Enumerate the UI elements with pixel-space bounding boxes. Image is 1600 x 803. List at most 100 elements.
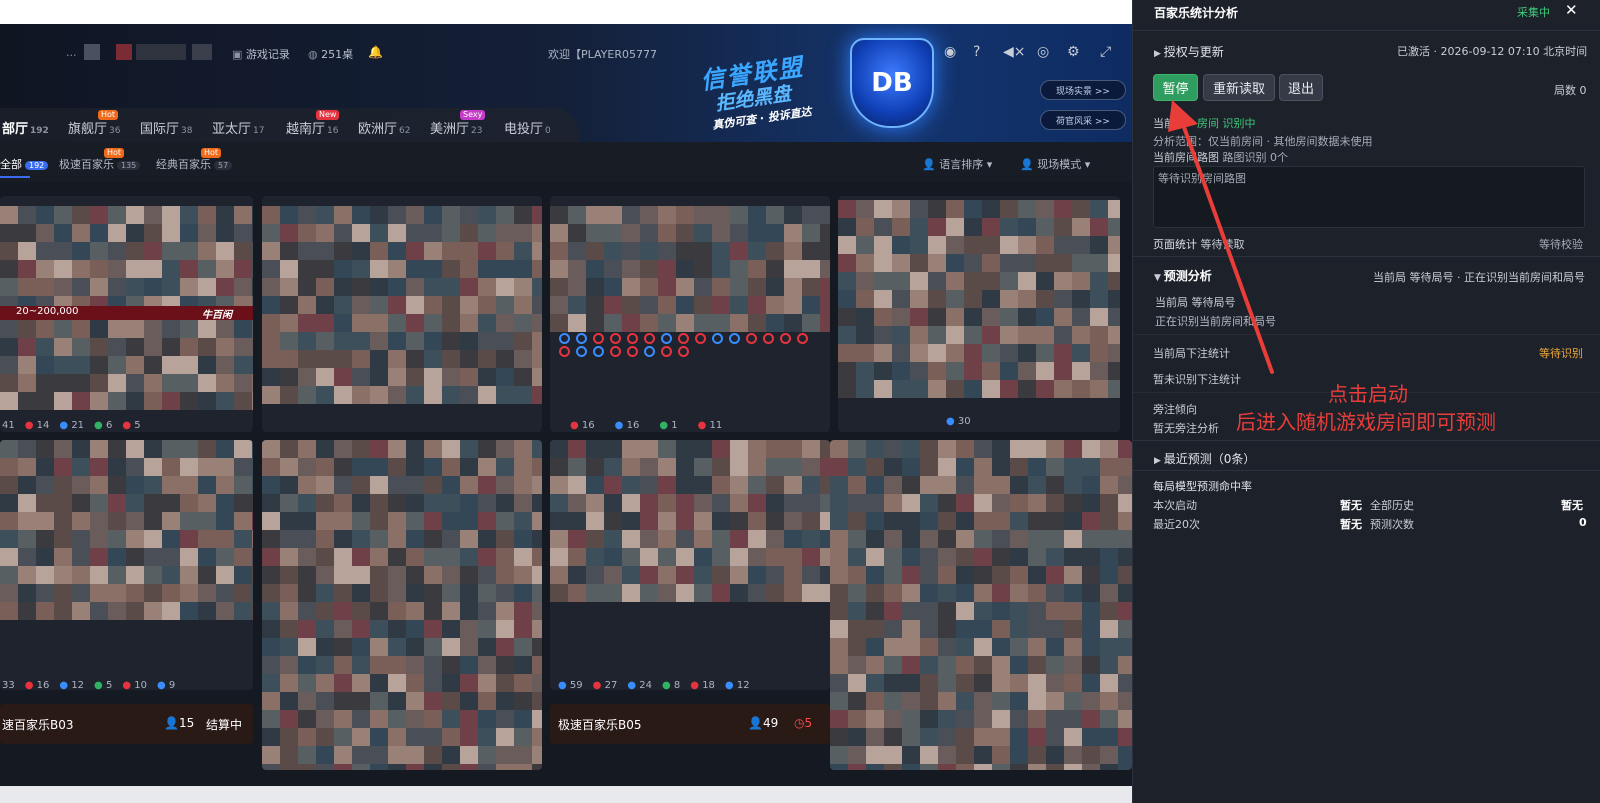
sub-classic-badge: Hot [201,148,222,158]
auth-section[interactable]: ▶ 授权与更新 [1154,43,1224,60]
blurred-balance [136,44,186,60]
hall-tab-3[interactable]: 亚太厅 17 [212,118,264,137]
divider [1133,30,1600,31]
recent-label: 最近预测（0条） [1163,452,1256,466]
hall-tab-4[interactable]: 越南厅 16 [286,118,338,137]
hall-tab-5[interactable]: 欧洲厅 62 [358,118,410,137]
panel-title: 百家乐统计分析 [1154,6,1239,20]
bead-dot [661,333,672,344]
hall-tab-count: 36 [109,126,121,136]
game-card-4[interactable]: ● 30 [838,196,1120,432]
this-start-label: 本次启动 [1153,499,1197,512]
reload-button[interactable]: 重新读取 [1203,74,1275,101]
bead-dot [627,346,638,357]
sub-fast[interactable]: 极速百家乐 135 [59,156,141,172]
hall-tab-7[interactable]: 电投厅 0 [504,118,551,137]
username-suffix: ... [66,46,77,59]
hall-tab-label: 越南厅 [286,122,326,137]
current-room-state: 当前 房间 识别中 [1153,117,1256,130]
table-caption-b05[interactable]: 极速百家乐B05 👤49 ◷5 [550,704,830,744]
all-history-label: 全部历史 [1370,499,1414,512]
predict-section[interactable]: ▼ 预测分析 [1154,267,1212,284]
record-icon: ▣ [232,48,246,61]
divider [1133,256,1600,257]
hall-tab-count: 0 [545,126,551,136]
divider [1133,334,1600,335]
predict-count-value: 0 [1579,516,1587,529]
card-stats: ● 59 ● 27 ● 24 ● 8 ● 18 ● 12 [558,680,750,690]
game-card-8[interactable] [830,440,1132,770]
sub-all-underline [0,176,30,178]
live-mode[interactable]: 👤 现场模式 ▾ [1020,156,1090,172]
pause-button[interactable]: 暂停 [1153,74,1198,101]
table-icon: ◍ [308,48,322,61]
blurred-video [0,440,253,620]
table-name: 极速百家乐B05 [558,718,642,732]
hall-tab-count: 23 [471,126,483,136]
language-sort-label: 语言排序 [939,158,984,171]
mute-icon[interactable]: ◀× [1003,44,1026,60]
bead-dot [797,333,808,344]
verify-status: 等待校验 [1539,238,1583,251]
hall-tab-2[interactable]: 国际厅 38 [140,118,192,137]
auth-label: 授权与更新 [1163,45,1224,59]
bead-dot [661,346,672,357]
predict-count-label: 预测次数 [1370,518,1414,531]
bead-dot [559,333,570,344]
exit-button[interactable]: 退出 [1279,74,1323,101]
collect-status: 采集中 [1517,6,1550,19]
bead-dot [763,333,774,344]
tables-count[interactable]: ◍ 251桌 [308,46,353,62]
close-icon[interactable]: ✕ [1565,1,1578,19]
game-record-link[interactable]: ▣ 游戏记录 [232,46,290,62]
table-caption-b03[interactable]: 速百家乐B03 👤15 结算中 [0,704,253,744]
countdown-timer: ◷5 [794,716,813,730]
blurred-video [550,206,830,332]
table-name: 速百家乐B03 [2,718,74,732]
bell-icon[interactable]: 🔔 [368,45,383,59]
hit-rate-title: 每局模型预测命中率 [1153,480,1252,493]
recent-section[interactable]: ▶ 最近预测（0条） [1154,450,1255,467]
fullscreen-icon[interactable]: ⤢ [1100,44,1111,60]
dealer-button[interactable]: 荷官风采 >> [1040,110,1126,130]
sub-classic[interactable]: 经典百家乐 57 [156,156,233,172]
search-icon[interactable]: ◉ [944,44,956,60]
blurred-video [550,440,830,602]
game-card-3[interactable]: ● 16 ● 16 ● 1 ● 11 [550,196,830,432]
game-card-2[interactable] [262,196,542,432]
live-scene-button[interactable]: 现场实景 >> [1040,80,1126,100]
language-sort[interactable]: 👤 语言排序 ▾ [922,156,992,172]
bead-dot [593,333,604,344]
game-card-1[interactable]: 20~200,000 牛百闲 41 ● 14 ● 21 ● 6 ● 5 [0,196,253,432]
side-trend-title: 旁注倾向 [1153,403,1197,416]
gear-icon[interactable]: ⚙ [1067,44,1080,60]
db-logo: DB [850,38,934,128]
hall-tab-0[interactable]: 部厅 192 [2,118,49,137]
card-stats: 33 ● 16 ● 12 ● 5 ● 10 ● 9 [2,680,176,690]
bead-dot [610,333,621,344]
game-card-5[interactable]: 33 ● 16 ● 12 ● 5 ● 10 ● 9 [0,440,253,690]
game-app: ... ▣ 游戏记录 ◍ 251桌 🔔 欢迎【PLAYER05777 信誉联盟 … [0,0,1132,803]
rss-icon[interactable]: ◎ [1037,44,1049,60]
live-mode-label: 现场模式 [1037,158,1082,171]
caret-down-icon: ▼ [1154,273,1164,283]
caret-right-icon: ▶ [1154,49,1164,59]
browser-top-strip [0,0,1132,24]
settling-status: 结算中 [206,718,243,732]
bet-wait: 等待识别 [1539,347,1583,360]
hall-tab-6[interactable]: 美洲厅 23 [430,118,482,137]
this-start-value: 暂无 [1340,499,1362,512]
game-card-6[interactable] [262,440,542,770]
hall-tab-1[interactable]: 旗舰厅 36 [68,118,120,137]
people-count: 👤15 [164,716,195,730]
sub-all-label: 全部 [0,158,22,171]
bead-dot [780,333,791,344]
page-stats: 页面统计 等待读取 [1153,238,1245,251]
bead-dot [644,346,655,357]
game-card-7[interactable]: ● 59 ● 27 ● 24 ● 8 ● 18 ● 12 [550,440,830,690]
clock-icon: ◷ [794,716,805,730]
help-icon[interactable]: ? [973,44,980,60]
blurred-tag [192,44,212,60]
sub-all[interactable]: 全部 192 [0,156,49,172]
browser-bottom-strip [0,786,1132,803]
